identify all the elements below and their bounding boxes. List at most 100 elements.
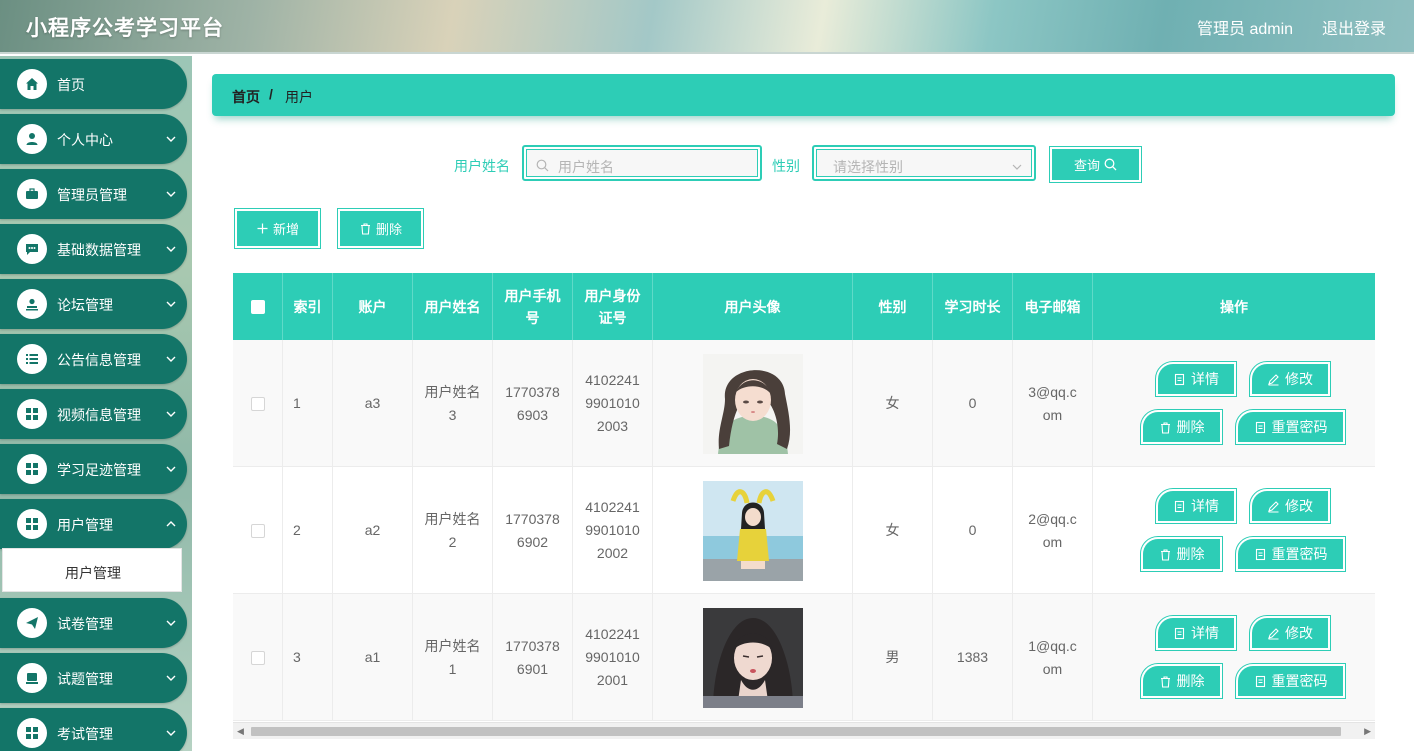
cell-account: a1 — [333, 594, 413, 721]
scroll-right-icon[interactable]: ▶ — [1364, 726, 1371, 737]
user-avatar-image[interactable] — [702, 607, 803, 708]
row-checkbox[interactable] — [250, 523, 265, 538]
batch-delete-button[interactable]: 删除 — [337, 208, 424, 249]
breadcrumb: 首页 / 用户 — [212, 74, 1395, 116]
row-select-cell — [233, 467, 283, 594]
cell-index: 1 — [283, 340, 333, 467]
sidebar-item-questions[interactable]: 试题管理 — [0, 653, 187, 703]
document-icon — [1255, 421, 1265, 433]
plus-icon — [257, 223, 268, 234]
app-title: 小程序公考学习平台 — [26, 17, 224, 40]
add-button[interactable]: 新增 — [234, 208, 321, 249]
delete-button[interactable]: 删除 — [1140, 409, 1223, 445]
reset-password-label: 重置密码 — [1271, 546, 1328, 562]
detail-button[interactable]: 详情 — [1155, 488, 1237, 524]
home-icon — [17, 69, 47, 99]
document-icon — [1174, 373, 1185, 385]
delete-button[interactable]: 删除 — [1140, 536, 1223, 572]
search-icon — [536, 159, 549, 172]
gender-select[interactable]: 请选择性别 — [812, 145, 1036, 181]
user-avatar-image[interactable] — [702, 480, 803, 581]
submenu-user-management[interactable]: 用户管理 — [2, 548, 182, 592]
sidebar-item-admin[interactable]: 管理员管理 — [0, 169, 187, 219]
sidebar-item-exams[interactable]: 考试管理 — [0, 708, 187, 751]
cell-idcard: 410224199010102001 — [573, 594, 653, 721]
gender-filter-label: 性别 — [772, 158, 800, 174]
name-filter-label: 用户姓名 — [454, 158, 510, 174]
edit-button[interactable]: 修改 — [1249, 615, 1331, 651]
grid-icon — [17, 718, 47, 748]
scroll-left-icon[interactable]: ◀ — [237, 726, 244, 737]
reset-password-label: 重置密码 — [1271, 673, 1328, 689]
send-icon — [17, 608, 47, 638]
sidebar-item-notice[interactable]: 公告信息管理 — [0, 334, 187, 384]
scrollbar-thumb[interactable] — [251, 727, 1341, 736]
sidebar-item-home[interactable]: 首页 — [0, 59, 187, 109]
edit-label: 修改 — [1285, 498, 1313, 514]
document-icon — [1255, 675, 1265, 687]
detail-button[interactable]: 详情 — [1155, 615, 1237, 651]
user-avatar-image[interactable] — [702, 353, 803, 454]
cell-idcard: 410224199010102003 — [573, 340, 653, 467]
row-checkbox[interactable] — [250, 650, 265, 665]
cell-gender: 女 — [853, 340, 933, 467]
grid-icon — [17, 509, 47, 539]
cell-phone: 17703786902 — [493, 467, 573, 594]
row-select-cell — [233, 594, 283, 721]
trash-icon — [1160, 421, 1170, 434]
chevron-down-icon — [166, 411, 176, 417]
sidebar-item-basic-data[interactable]: 基础数据管理 — [0, 224, 187, 274]
edit-button[interactable]: 修改 — [1249, 361, 1331, 397]
sidebar-item-label: 论坛管理 — [57, 297, 113, 313]
chevron-down-icon — [166, 191, 176, 197]
chevron-down-icon — [166, 246, 176, 252]
sidebar-item-video[interactable]: 视频信息管理 — [0, 389, 187, 439]
edit-label: 修改 — [1285, 371, 1313, 387]
delete-button[interactable]: 删除 — [1140, 663, 1223, 699]
sidebar-item-label: 试题管理 — [57, 671, 113, 687]
search-icon — [1104, 158, 1117, 171]
header-avatar: 用户头像 — [653, 273, 853, 340]
reset-password-button[interactable]: 重置密码 — [1235, 409, 1346, 445]
header-account: 账户 — [333, 273, 413, 340]
reset-password-button[interactable]: 重置密码 — [1235, 536, 1346, 572]
detail-label: 详情 — [1191, 498, 1219, 514]
query-button[interactable]: 查询 — [1049, 146, 1142, 183]
header-phone: 用户手机号 — [493, 273, 573, 340]
cell-name: 用户姓名3 — [413, 340, 493, 467]
breadcrumb-home[interactable]: 首页 — [232, 87, 260, 107]
sidebar-item-users[interactable]: 用户管理 — [0, 499, 187, 549]
chat-icon — [17, 234, 47, 264]
select-all-checkbox[interactable] — [250, 299, 265, 314]
row-checkbox[interactable] — [250, 396, 265, 411]
cell-email: 2@qq.com — [1013, 467, 1093, 594]
name-search-placeholder: 用户姓名 — [558, 159, 614, 175]
reset-password-label: 重置密码 — [1271, 419, 1328, 435]
header-actions: 操作 — [1220, 298, 1248, 315]
table-header: 索引 账户 用户姓名 用户手机号 用户身份证号 用户头像 性别 学习时长 电子邮… — [233, 273, 1375, 340]
edit-button[interactable]: 修改 — [1249, 488, 1331, 524]
reset-password-button[interactable]: 重置密码 — [1235, 663, 1346, 699]
sidebar-item-label: 公告信息管理 — [57, 352, 141, 368]
sidebar-item-papers[interactable]: 试卷管理 — [0, 598, 187, 648]
users-table: 索引 账户 用户姓名 用户手机号 用户身份证号 用户头像 性别 学习时长 电子邮… — [233, 273, 1375, 722]
monitor-icon — [17, 663, 47, 693]
header-email: 电子邮箱 — [1013, 273, 1093, 340]
cell-name: 用户姓名2 — [413, 467, 493, 594]
delete-label: 删除 — [1176, 419, 1205, 435]
user-icon — [17, 124, 47, 154]
chevron-down-icon — [166, 301, 176, 307]
detail-button[interactable]: 详情 — [1155, 361, 1237, 397]
admin-label: 管理员 admin — [1197, 21, 1294, 38]
submenu-label: 用户管理 — [65, 565, 121, 581]
sidebar-item-forum[interactable]: 论坛管理 — [0, 279, 187, 329]
table-horizontal-scrollbar[interactable]: ◀ ▶ — [233, 722, 1375, 739]
sidebar-item-profile[interactable]: 个人中心 — [0, 114, 187, 164]
top-header: 小程序公考学习平台 管理员 admin 退出登录 — [0, 0, 1414, 54]
chevron-down-icon — [166, 730, 176, 736]
chevron-down-icon — [166, 136, 176, 142]
logout-link[interactable]: 退出登录 — [1322, 15, 1386, 39]
sidebar-item-footprint[interactable]: 学习足迹管理 — [0, 444, 187, 494]
delete-label: 删除 — [1176, 546, 1205, 562]
name-search-field[interactable]: 用户姓名 — [522, 145, 762, 181]
